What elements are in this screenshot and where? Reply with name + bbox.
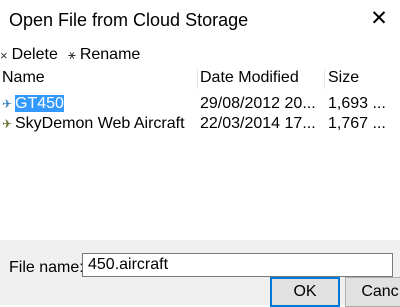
file-size: 1,693 ...	[328, 95, 386, 112]
file-size: 1,767 ...	[328, 115, 386, 132]
file-row[interactable]: ✈ GT450 29/08/2012 20... 1,693 ...	[0, 94, 400, 114]
ok-button[interactable]: OK	[270, 277, 340, 307]
rename-icon: ⚹	[68, 47, 76, 62]
file-name-cell: ✈ SkyDemon Web Aircraft	[2, 114, 198, 134]
file-row[interactable]: ✈ SkyDemon Web Aircraft 22/03/2014 17... …	[0, 114, 400, 134]
aircraft-icon: ✈	[2, 117, 13, 131]
file-name: GT450	[15, 95, 64, 112]
footer-panel: File name: OK Canc	[0, 240, 400, 307]
file-date: 29/08/2012 20...	[200, 95, 316, 112]
toolbar: × Delete ⚹ Rename	[0, 44, 400, 66]
file-list[interactable]: Name Date Modified Size ✈ GT450 29/08/201…	[0, 67, 400, 225]
rename-label: Rename	[79, 46, 141, 63]
delete-button[interactable]: × Delete	[0, 44, 58, 66]
filename-label: File name:	[9, 259, 84, 276]
file-name: SkyDemon Web Aircraft	[15, 115, 185, 132]
column-header-date[interactable]: Date Modified	[200, 69, 325, 89]
delete-label: Delete	[11, 46, 58, 63]
list-header: Name Date Modified Size	[0, 67, 400, 89]
file-date: 22/03/2014 17...	[200, 115, 316, 132]
filename-input[interactable]	[82, 253, 393, 277]
close-icon[interactable]: ✕	[364, 4, 394, 34]
delete-icon: ×	[0, 47, 8, 63]
dialog-title: Open File from Cloud Storage	[9, 10, 249, 30]
cancel-button[interactable]: Canc	[345, 277, 400, 307]
title-bar: Open File from Cloud Storage ✕	[0, 0, 400, 40]
rename-button[interactable]: ⚹ Rename	[68, 44, 140, 66]
column-header-size[interactable]: Size	[328, 69, 400, 89]
file-name-cell: ✈ GT450	[2, 94, 198, 114]
column-header-name[interactable]: Name	[2, 69, 198, 89]
aircraft-icon: ✈	[2, 97, 13, 111]
